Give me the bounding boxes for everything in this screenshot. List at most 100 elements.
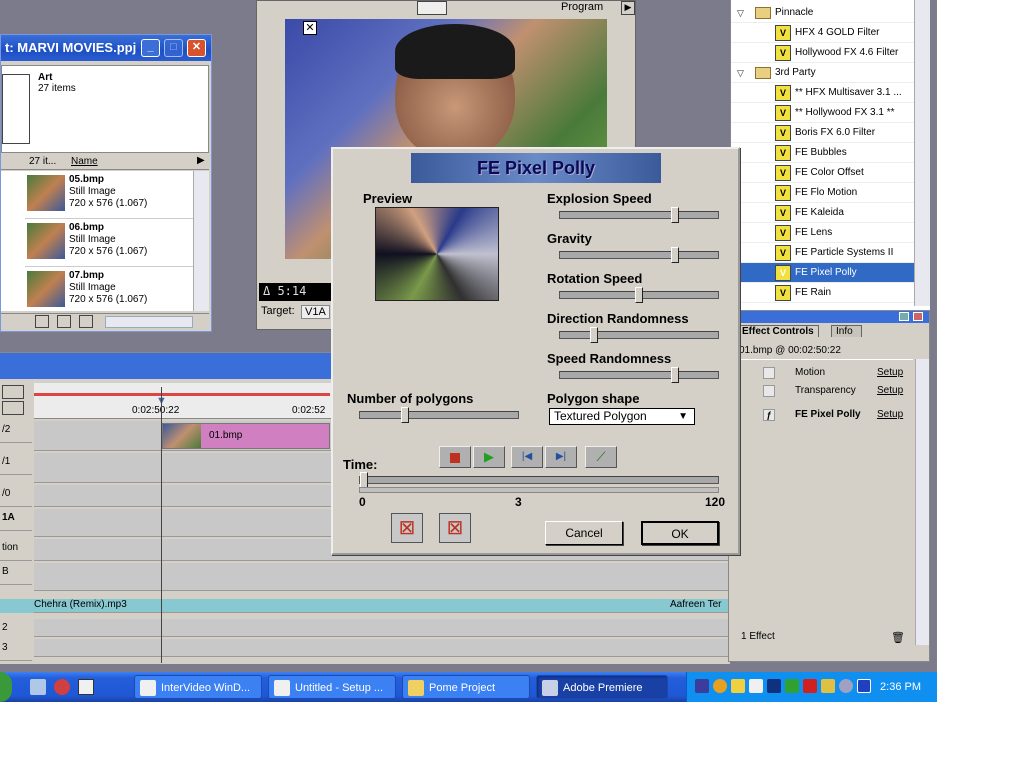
name-column-header[interactable]: Name xyxy=(71,156,98,167)
expand-triangle-icon[interactable]: ▽ xyxy=(737,63,744,83)
horizontal-scrollbar[interactable] xyxy=(105,316,193,328)
taskbar-item-adobe-premiere[interactable]: Adobe Premiere xyxy=(536,675,668,699)
effect-item[interactable]: V Boris FX 6.0 Filter xyxy=(731,123,914,143)
effect-row-pixel-polly[interactable]: ƒ FE Pixel Polly Setup xyxy=(737,404,917,426)
audio-track-2[interactable] xyxy=(34,619,730,637)
explosion-speed-slider[interactable] xyxy=(559,207,719,223)
tool-icon[interactable] xyxy=(2,385,24,399)
target-select[interactable]: V1A xyxy=(301,305,330,319)
taskbar-item-intervideo[interactable]: InterVideo WinD... xyxy=(134,675,262,699)
tray-icon[interactable] xyxy=(713,679,727,693)
effect-item[interactable]: V Hollywood FX 4.6 Filter xyxy=(731,43,914,63)
minimize-button[interactable]: _ xyxy=(141,39,160,57)
effect-controls-scrollbar[interactable] xyxy=(915,359,929,645)
list-item[interactable]: 07.bmp Still Image 720 x 576 (1.067) xyxy=(25,267,195,315)
effect-item[interactable]: V FE Flo Motion xyxy=(731,183,914,203)
gravity-slider[interactable] xyxy=(559,247,719,263)
tab-effect-controls[interactable]: Effect Controls xyxy=(737,325,819,337)
slider-thumb[interactable] xyxy=(671,367,679,383)
keyframe-line-button[interactable]: ⟋ xyxy=(585,446,617,468)
show-desktop-icon[interactable] xyxy=(30,679,46,695)
effect-folder-pinnacle[interactable]: ▽ Pinnacle xyxy=(731,3,914,23)
list-item[interactable]: 05.bmp Still Image 720 x 576 (1.067) xyxy=(25,171,195,219)
effect-item[interactable]: V FE Particle Systems II xyxy=(731,243,914,263)
slider-thumb[interactable] xyxy=(590,327,598,343)
effect-item[interactable]: V FE Bubbles xyxy=(731,143,914,163)
play-button[interactable]: ▶ xyxy=(473,446,505,468)
enable-checkbox[interactable] xyxy=(763,367,775,379)
close-button[interactable]: ✕ xyxy=(187,39,206,57)
effect-item[interactable]: V FE Rain xyxy=(731,283,914,303)
tab-info[interactable]: Info xyxy=(831,325,862,337)
rotation-speed-slider[interactable] xyxy=(559,287,719,303)
monitor-menu-icon[interactable]: ▶ xyxy=(621,1,635,15)
tray-icon[interactable] xyxy=(821,679,835,693)
icon-view-button[interactable] xyxy=(35,315,49,328)
monitor-layout-icon[interactable] xyxy=(417,1,447,15)
audio-track-3[interactable] xyxy=(34,639,730,657)
dropdown-arrow-icon[interactable]: ▼ xyxy=(678,409,688,424)
taskbar-item-setup[interactable]: Untitled - Setup ... xyxy=(268,675,396,699)
speed-randomness-slider[interactable] xyxy=(559,367,719,383)
keyframe-track[interactable] xyxy=(359,487,719,493)
tray-icon[interactable] xyxy=(857,679,871,693)
media-player-icon[interactable] xyxy=(54,679,70,695)
slider-thumb[interactable] xyxy=(671,247,679,263)
slider-thumb[interactable] xyxy=(401,407,409,423)
list-item[interactable]: 06.bmp Still Image 720 x 576 (1.067) xyxy=(25,219,195,267)
timeline-clip[interactable]: 01.bmp xyxy=(162,423,330,449)
stop-button[interactable] xyxy=(439,446,471,468)
window-icon[interactable] xyxy=(78,679,94,695)
expand-triangle-icon[interactable]: ▽ xyxy=(737,3,744,23)
slider-thumb[interactable] xyxy=(360,472,368,488)
setup-link[interactable]: Setup xyxy=(877,380,903,402)
effect-item[interactable]: V FE Color Offset xyxy=(731,163,914,183)
direction-randomness-slider[interactable] xyxy=(559,327,719,343)
effect-folder-3rd-party[interactable]: ▽ 3rd Party xyxy=(731,63,914,83)
tray-icon[interactable] xyxy=(749,679,763,693)
effects-scrollbar[interactable] xyxy=(914,0,930,306)
video-track-1b[interactable] xyxy=(34,563,730,591)
minimize-button[interactable] xyxy=(899,312,909,321)
menu-arrow-icon[interactable]: ▶ xyxy=(197,155,205,166)
tool-icon[interactable] xyxy=(2,401,24,415)
effect-item-selected[interactable]: V FE Pixel Polly xyxy=(731,263,914,283)
tray-icon[interactable] xyxy=(803,679,817,693)
work-area-bar[interactable] xyxy=(34,393,330,396)
effect-item[interactable]: V ** Hollywood FX 3.1 ** xyxy=(731,103,914,123)
list-scrollbar[interactable] xyxy=(193,171,209,311)
clear-keyframes-icon[interactable]: ⊠ xyxy=(439,513,471,543)
goto-start-button[interactable]: |◀ xyxy=(511,446,543,468)
effect-item[interactable]: V HFX 4 GOLD Filter xyxy=(731,23,914,43)
trash-icon[interactable]: 🗑 xyxy=(891,631,905,644)
time-slider[interactable] xyxy=(359,472,719,488)
polygon-shape-select[interactable]: Textured Polygon ▼ xyxy=(549,408,695,425)
slider-thumb[interactable] xyxy=(671,207,679,223)
number-of-polygons-slider[interactable] xyxy=(359,407,519,423)
close-icon[interactable]: ✕ xyxy=(303,21,317,35)
maximize-button[interactable]: □ xyxy=(164,39,183,57)
tray-icon[interactable] xyxy=(839,679,853,693)
close-button[interactable] xyxy=(913,312,923,321)
ok-button[interactable]: OK xyxy=(641,521,719,545)
thumbnail-view-button[interactable] xyxy=(57,315,71,328)
slider-thumb[interactable] xyxy=(635,287,643,303)
project-window-titlebar[interactable]: t: MARVI MOVIES.ppj _ □ ✕ xyxy=(1,35,211,61)
effect-item[interactable]: V FE Lens xyxy=(731,223,914,243)
goto-end-button[interactable]: ▶| xyxy=(545,446,577,468)
effect-item[interactable]: V ** HFX Multisaver 3.1 ... xyxy=(731,83,914,103)
taskbar-item-pome-project[interactable]: Pome Project xyxy=(402,675,530,699)
effect-enabled-icon[interactable]: ƒ xyxy=(763,409,775,421)
start-button[interactable] xyxy=(0,672,12,702)
tray-icon[interactable] xyxy=(731,679,745,693)
tray-icon[interactable] xyxy=(767,679,781,693)
effect-controls-titlebar[interactable] xyxy=(729,311,929,323)
audio-track-1[interactable]: Chehra (Remix).mp3 Aafreen Ter xyxy=(34,599,730,613)
setup-link[interactable]: Setup xyxy=(877,404,903,426)
list-view-button[interactable] xyxy=(79,315,93,328)
count-column-header[interactable]: 27 it... xyxy=(29,156,56,167)
cancel-button[interactable]: Cancel xyxy=(545,521,623,545)
delete-keyframe-icon[interactable]: ⊠ xyxy=(391,513,423,543)
tray-icon[interactable] xyxy=(785,679,799,693)
effect-item[interactable]: V FE Kaleida xyxy=(731,203,914,223)
